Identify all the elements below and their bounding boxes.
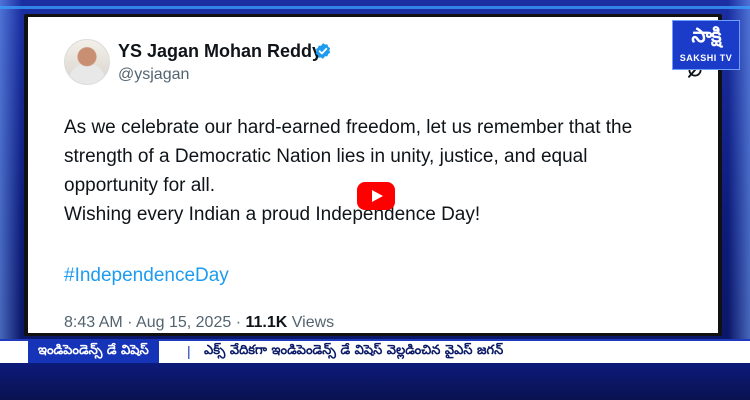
- tweet-meta: 8:43 AM · Aug 15, 2025 · 11.1K Views: [64, 314, 334, 332]
- channel-logo-subtext: SAKSHI TV: [679, 53, 733, 63]
- views-label: Views: [291, 314, 335, 331]
- views-count: 11.1K: [245, 314, 288, 331]
- play-icon: [372, 190, 383, 202]
- ticker-headline: ఎక్స్ వేదికగా ఇండిపెండెన్స్ డే విషెస్ వె…: [204, 343, 504, 358]
- avatar: [64, 39, 110, 85]
- channel-logo: సాక్షి SAKSHI TV: [672, 20, 740, 70]
- tweet-handle: @ysjagan: [118, 66, 190, 83]
- meta-separator: ·: [235, 314, 242, 331]
- tweet-date[interactable]: Aug 15, 2025: [136, 314, 231, 331]
- background-stripe: [0, 6, 750, 9]
- ticker-label: ఇండిపెండెన్స్ డే విషెస్: [28, 339, 159, 363]
- bottom-bar: [0, 363, 750, 400]
- tweet-line: strength of a Democratic Nation lies in …: [64, 146, 588, 167]
- channel-logo-text: సాక్షి: [691, 25, 721, 47]
- ticker-separator: |: [187, 343, 191, 359]
- tweet-hashtag-link[interactable]: #IndependenceDay: [64, 265, 229, 287]
- tweet-line: As we celebrate our hard-earned freedom,…: [64, 117, 633, 138]
- tweet-text: As we celebrate our hard-earned freedom,…: [64, 113, 704, 229]
- tweet-display-name: YS Jagan Mohan Reddy: [118, 41, 323, 61]
- meta-separator: ·: [127, 314, 133, 331]
- tweet-card: YS Jagan Mohan Reddy @ysjagan As we cele…: [28, 17, 718, 333]
- tweet-time[interactable]: 8:43 AM: [64, 314, 123, 331]
- verified-badge-icon: [315, 43, 331, 59]
- youtube-play-button[interactable]: [357, 182, 395, 210]
